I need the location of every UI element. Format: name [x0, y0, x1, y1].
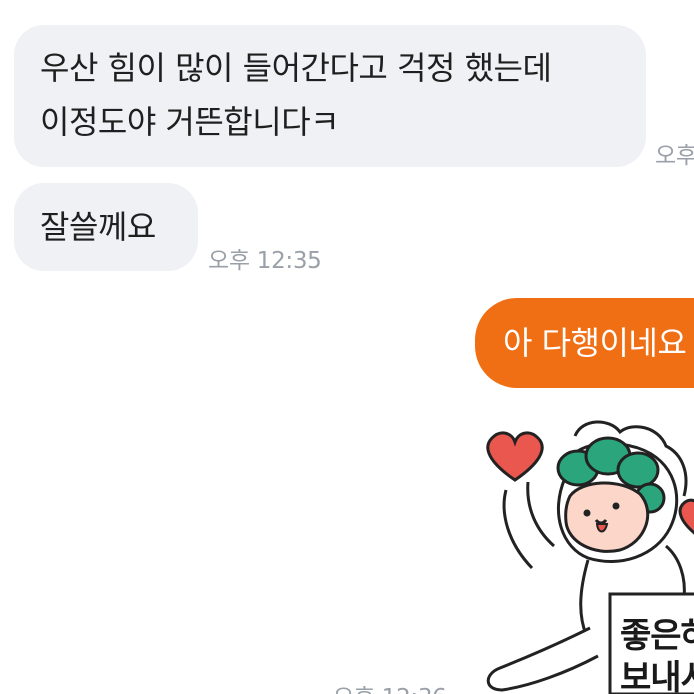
message-text: 잘쓸께요 [40, 208, 156, 246]
heart-icon [486, 431, 544, 482]
message-text-line: 이정도야 거뜬합니다ㅋ [40, 103, 340, 141]
incoming-message-bubble[interactable]: 우산 힘이 많이 들어간다고 걱정 했는데 이정도야 거뜬합니다ㅋ [14, 25, 646, 167]
chat-conversation: 우산 힘이 많이 들어간다고 걱정 했는데 이정도야 거뜬합니다ㅋ 오후 잘쓸께… [0, 0, 694, 694]
outgoing-message-bubble[interactable]: 아 다행이네요 [475, 298, 694, 388]
message-timestamp: 오후 12:36 [333, 678, 447, 694]
message-text-line: 우산 힘이 많이 들어간다고 걱정 했는데 [40, 49, 552, 87]
sticker-caption-line: 보내시 [620, 658, 694, 694]
message-timestamp: 오후 [655, 143, 694, 169]
heart-icon [678, 498, 694, 535]
message-text: 아 다행이네요 [503, 324, 687, 362]
message-timestamp: 오후 12:35 [208, 248, 322, 274]
incoming-message-bubble[interactable]: 잘쓸께요 [14, 183, 198, 271]
heart-bunny-sticker[interactable]: 좋은하 보내시 [470, 418, 694, 694]
